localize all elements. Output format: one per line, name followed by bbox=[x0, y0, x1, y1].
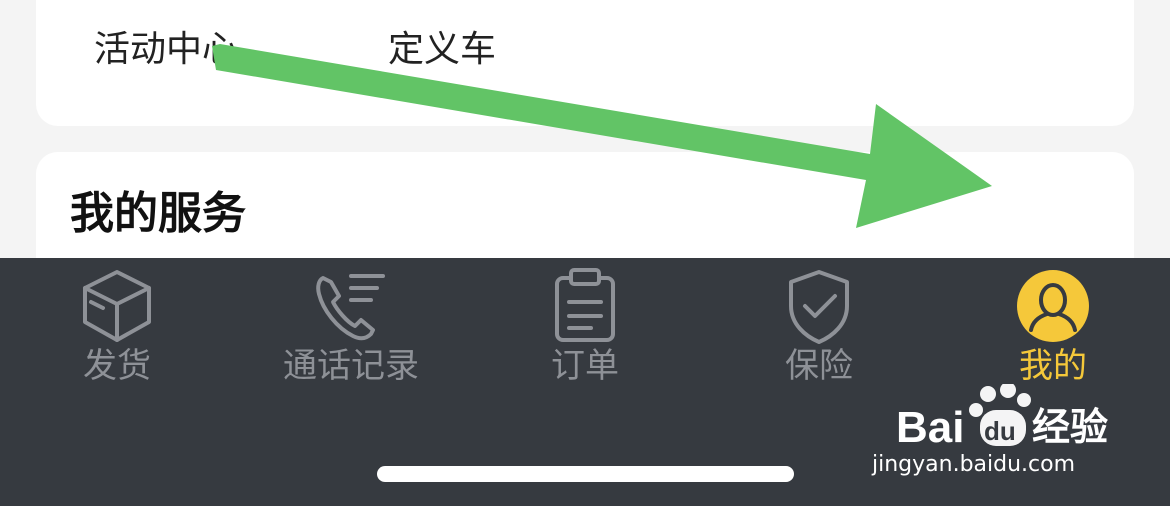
clipboard-icon bbox=[555, 268, 615, 342]
shield-check-icon bbox=[789, 270, 849, 344]
svg-text:经验: 经验 bbox=[1032, 405, 1108, 449]
section-title-my-services: 我的服务 bbox=[70, 188, 246, 239]
shortcut-custom-car[interactable]: 定义车 bbox=[388, 32, 496, 68]
tab-mine[interactable]: 我的 bbox=[936, 258, 1170, 398]
watermark-url: jingyan.baidu.com bbox=[872, 452, 1076, 477]
shortcut-activity-center[interactable]: 活动中心 bbox=[94, 32, 238, 68]
tab-mine-label: 我的 bbox=[1019, 346, 1087, 386]
user-avatar-icon bbox=[1017, 270, 1089, 342]
tab-insurance-label: 保险 bbox=[785, 346, 853, 386]
home-indicator[interactable] bbox=[377, 466, 794, 482]
tab-call-log-label: 通话记录 bbox=[283, 346, 419, 386]
box-icon bbox=[83, 270, 151, 342]
tab-orders-label: 订单 bbox=[551, 346, 619, 386]
svg-text:du: du bbox=[984, 416, 1016, 446]
tab-ship[interactable]: 发货 bbox=[0, 258, 234, 398]
tab-ship-label: 发货 bbox=[83, 346, 151, 386]
tab-insurance[interactable]: 保险 bbox=[702, 258, 936, 398]
svg-text:Bai: Bai bbox=[896, 403, 964, 452]
phone-log-icon bbox=[316, 274, 385, 341]
tab-call-log[interactable]: 通话记录 bbox=[234, 258, 468, 398]
baidu-watermark-logo: Bai du 经验 bbox=[896, 384, 1108, 452]
tab-orders[interactable]: 订单 bbox=[468, 258, 702, 398]
